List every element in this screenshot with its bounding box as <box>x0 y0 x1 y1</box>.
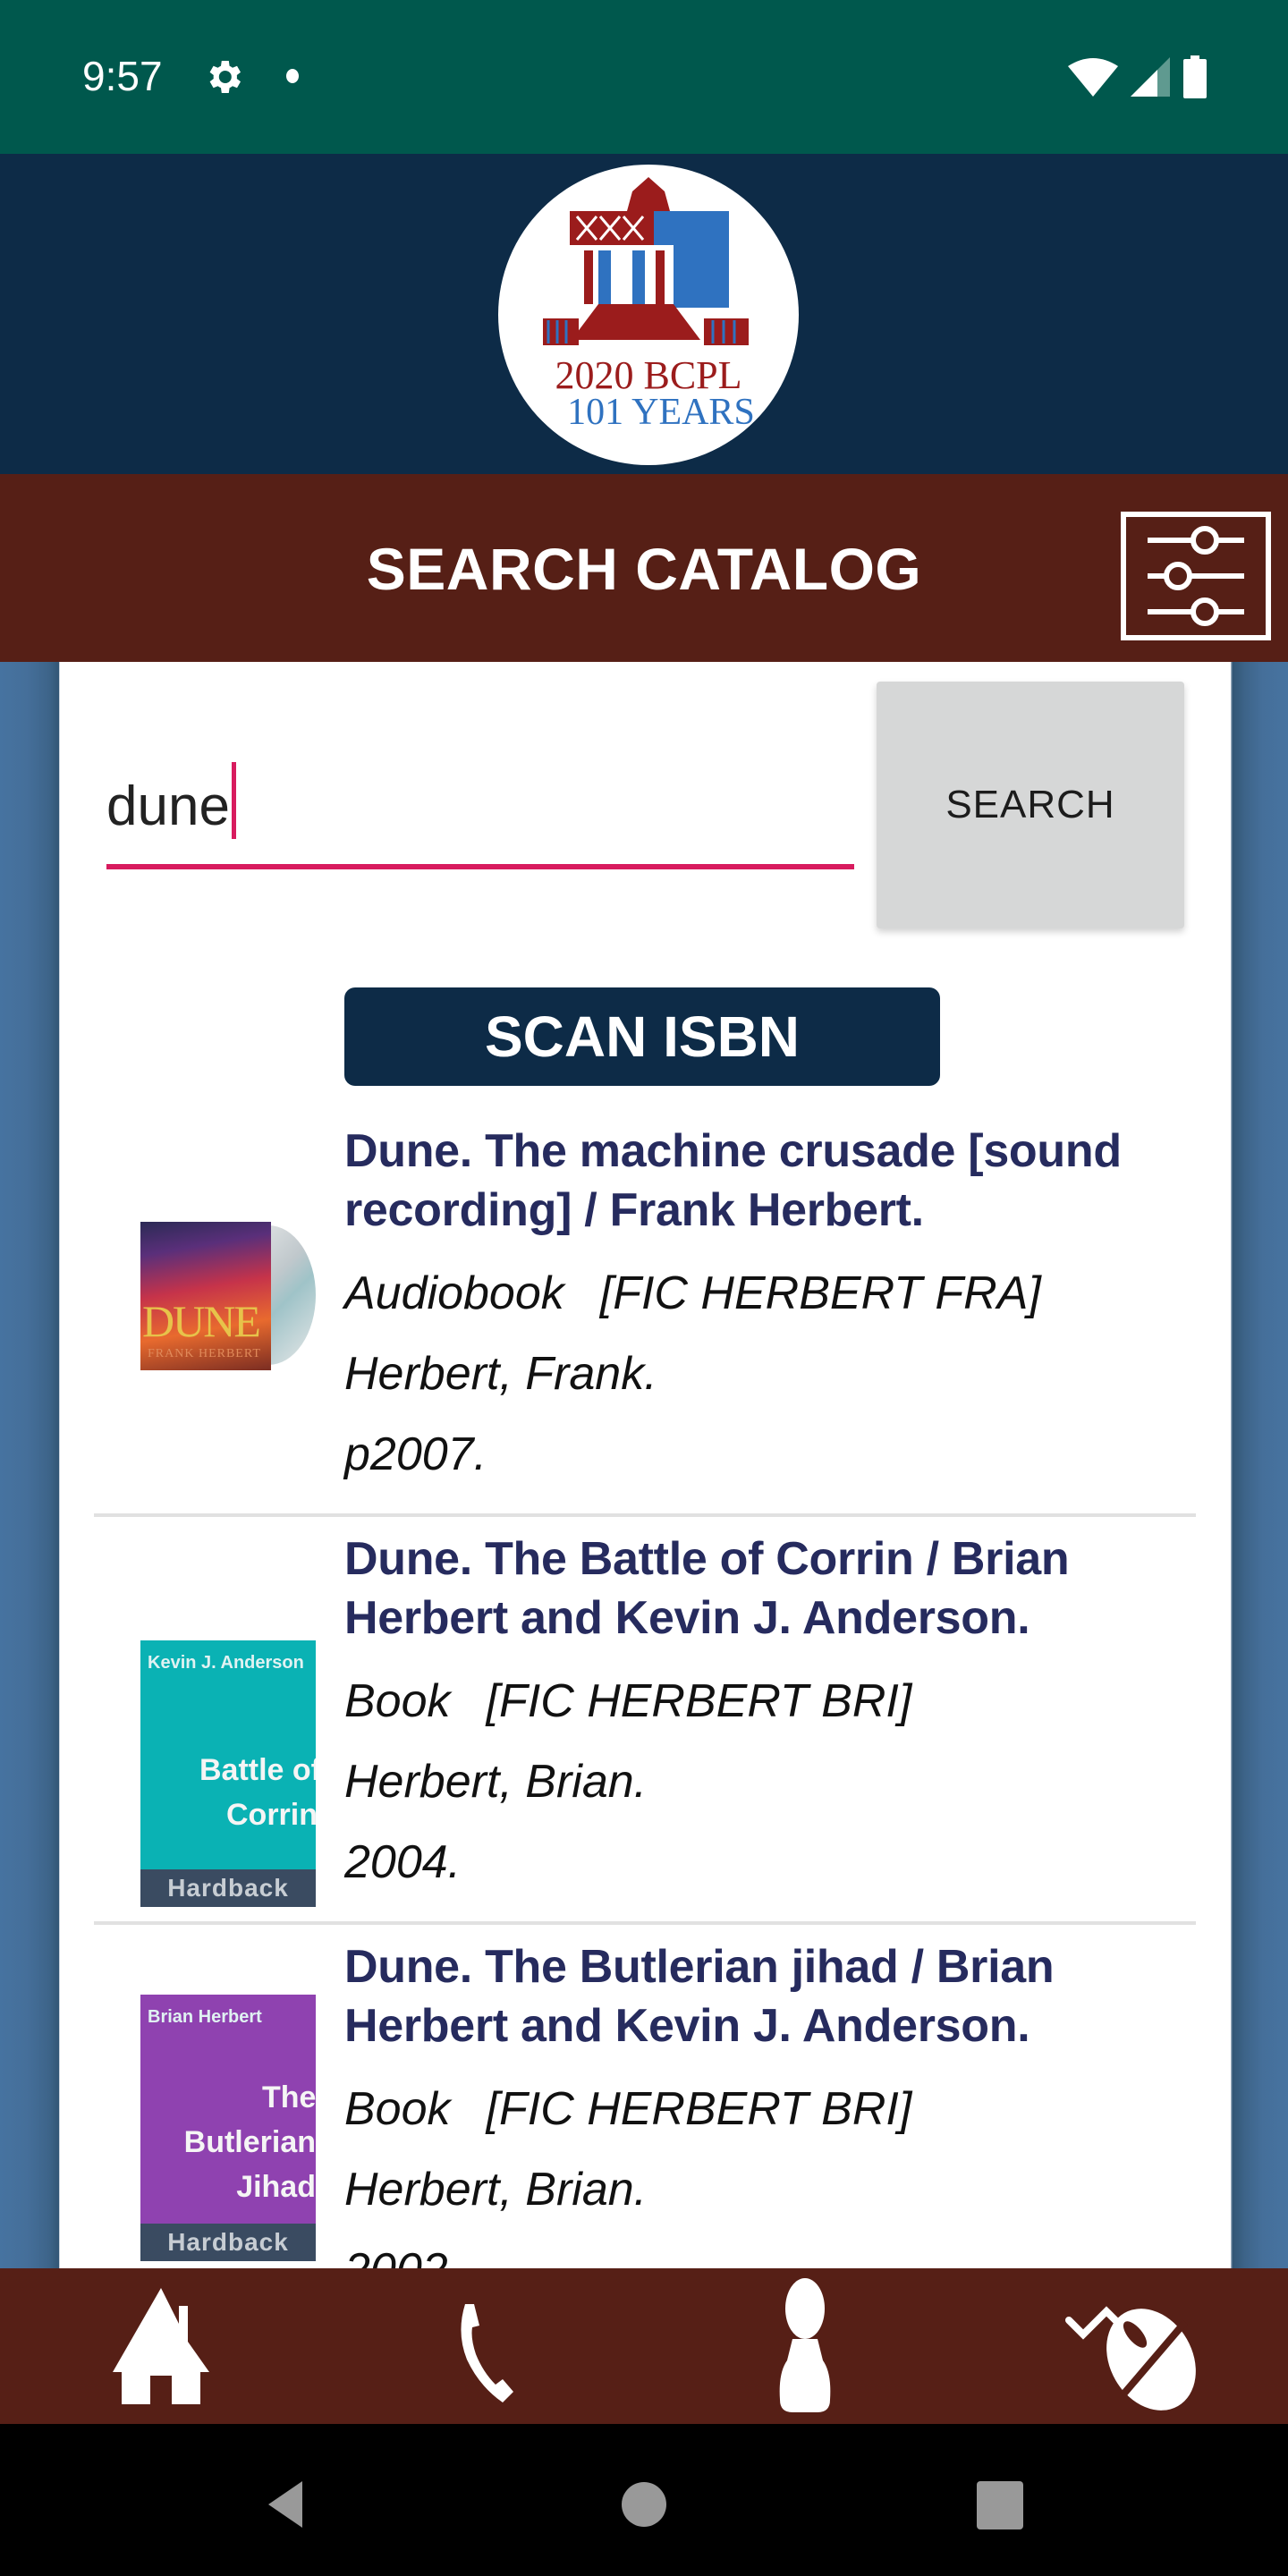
result-item[interactable]: Brian Herbert The Butlerian Jihad Hardba… <box>94 1925 1196 2268</box>
filter-settings-button[interactable] <box>1121 512 1271 640</box>
result-format: Book <box>344 2083 451 2135</box>
page-title: SEARCH CATALOG <box>366 536 922 602</box>
result-format: Audiobook <box>344 1267 564 1319</box>
status-icons <box>1068 55 1208 98</box>
cover-format-band: Hardback <box>140 2224 316 2261</box>
title-bar: SEARCH CATALOG <box>0 474 1288 662</box>
cover-image: DUNE FRANK HERBERT <box>140 1222 316 1370</box>
results-list: DUNE FRANK HERBERT Dune. The machine cru… <box>94 1109 1196 2268</box>
cover-format-band: Hardback <box>140 1869 316 1907</box>
cover-author: FRANK HERBERT <box>148 1347 261 1360</box>
nav-account-button[interactable] <box>724 2277 886 2415</box>
search-button[interactable]: SEARCH <box>877 682 1184 928</box>
cover-author: Brian Herbert <box>148 2007 262 2027</box>
nav-phone-button[interactable] <box>402 2277 564 2415</box>
cover-title-line: Butlerian <box>183 2125 316 2159</box>
battery-icon <box>1183 55 1207 98</box>
search-input[interactable] <box>106 748 854 864</box>
result-author: Herbert, Frank. <box>344 1348 657 1400</box>
result-title[interactable]: Dune. The machine crusade [sound recordi… <box>344 1122 1185 1240</box>
result-format: Book <box>344 1675 451 1727</box>
result-title[interactable]: Dune. The Battle of Corrin / Brian Herbe… <box>344 1530 1185 1648</box>
system-navigation-bar <box>0 2424 1288 2576</box>
nav-home-button[interactable] <box>80 2277 242 2415</box>
cover-title-line: Jihad <box>236 2170 316 2204</box>
home-circle-icon <box>622 2482 666 2527</box>
cover-title: DUNE <box>142 1296 261 1346</box>
recents-square-icon <box>977 2481 1023 2529</box>
result-info: Dune. The Battle of Corrin / Brian Herbe… <box>344 1517 1185 1889</box>
result-info: Dune. The machine crusade [sound recordi… <box>344 1109 1185 1481</box>
result-date: 2002. <box>344 2243 1185 2268</box>
result-format-line: Book [FIC HERBERT BRI] <box>344 2082 1185 2136</box>
cover-title-line: Battle of <box>199 1753 316 1787</box>
back-triangle-icon <box>268 2481 302 2528</box>
text-cursor <box>232 762 236 839</box>
bottom-navigation <box>0 2268 1288 2424</box>
result-author: Herbert, Brian. <box>344 2164 648 2216</box>
library-building-illustration: 2020 BCPL 101 YEARS <box>543 177 755 433</box>
cell-signal-icon <box>1131 57 1170 97</box>
result-item[interactable]: Kevin J. Anderson Battle of Corrin Hardb… <box>94 1517 1196 1925</box>
result-format-line: Audiobook [FIC HERBERT FRA] <box>344 1267 1185 1320</box>
nav-online-button[interactable] <box>1046 2277 1208 2415</box>
person-icon <box>779 2278 831 2412</box>
system-recents-button[interactable] <box>964 2469 1036 2540</box>
search-field[interactable] <box>106 748 854 869</box>
result-date: 2004. <box>344 1836 462 1888</box>
result-format-line: Book [FIC HERBERT BRI] <box>344 1674 1185 1728</box>
mouse-icon <box>1065 2306 1196 2411</box>
audiobook-cover: DUNE FRANK HERBERT <box>140 1222 271 1370</box>
header-logo-bar: 2020 BCPL 101 YEARS <box>0 154 1288 474</box>
result-author: Herbert, Brian. <box>344 1756 648 1808</box>
status-bar: 9:57 <box>0 0 1288 154</box>
scan-isbn-button[interactable]: SCAN ISBN <box>344 987 940 1086</box>
home-icon <box>113 2288 209 2404</box>
system-home-button[interactable] <box>608 2469 680 2540</box>
sliders-filter-icon <box>1148 526 1244 626</box>
status-time: 9:57 <box>82 53 163 99</box>
logo-line-2: 101 YEARS <box>567 392 755 433</box>
cover-image: Kevin J. Anderson Battle of Corrin Hardb… <box>140 1640 316 1907</box>
notification-dot-icon <box>286 69 299 83</box>
cover-image: Brian Herbert The Butlerian Jihad Hardba… <box>140 1995 316 2261</box>
result-date: p2007. <box>344 1428 487 1480</box>
search-card: SEARCH SCAN ISBN DUNE FRANK HERBERT Dune… <box>60 662 1231 2268</box>
logo-line-1: 2020 BCPL <box>555 353 741 397</box>
cover-title-line: The <box>262 2080 316 2114</box>
system-back-button[interactable] <box>250 2469 322 2540</box>
result-item[interactable]: DUNE FRANK HERBERT Dune. The machine cru… <box>94 1109 1196 1517</box>
result-call-number: [FIC HERBERT FRA] <box>599 1267 1041 1319</box>
result-info: Dune. The Butlerian jihad / Brian Herber… <box>344 1925 1185 2268</box>
wifi-icon <box>1068 58 1118 97</box>
cover-title-line: Corrin <box>226 1798 316 1832</box>
result-call-number: [FIC HERBERT BRI] <box>486 1675 912 1727</box>
cover-author: Kevin J. Anderson <box>148 1653 304 1673</box>
result-title[interactable]: Dune. The Butlerian jihad / Brian Herber… <box>344 1937 1185 2055</box>
phone-icon <box>461 2304 513 2402</box>
result-call-number: [FIC HERBERT BRI] <box>486 2083 912 2135</box>
library-logo[interactable]: 2020 BCPL 101 YEARS <box>498 165 799 465</box>
settings-gear-icon <box>209 61 241 93</box>
